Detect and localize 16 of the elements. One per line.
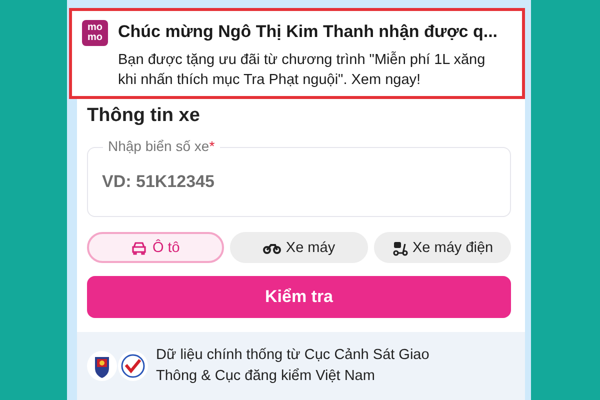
inspection-badge-icon: [118, 351, 148, 381]
check-button[interactable]: Kiểm tra: [87, 276, 511, 318]
motorbike-icon: [262, 242, 281, 254]
notification-title: Chúc mừng Ngô Thị Kim Thanh nhận được q...: [118, 22, 499, 42]
section-title: Thông tin xe: [87, 105, 201, 127]
scooter-icon: [392, 240, 408, 256]
car-icon: [131, 240, 148, 254]
notification-banner[interactable]: mo mo Chúc mừng Ngô Thị Kim Thanh nhận được q... Bạn được tặng ưu đãi từ chương trình "Miễn phí 1L xăng khi nhấn thích mục Tra Phạt nguội". Xem ngay!: [69, 8, 525, 99]
vehicle-type-tab[interactable]: Ô tô: [87, 232, 224, 263]
vehicle-type-tab[interactable]: Xe máy điện: [374, 232, 511, 263]
vehicle-type-tab[interactable]: Xe máy: [230, 232, 368, 263]
app-logo: mo mo: [82, 20, 108, 46]
notification-body: Bạn được tặng ưu đãi từ chương trình "Miễn phí 1L xăng khi nhấn thích mục Tra Phạt nguội". Xem ngay!: [118, 50, 486, 90]
footer-text: Dữ liệu chính thống từ Cục Cảnh Sát Giao Thông & Cục đăng kiểm Việt Nam: [156, 346, 430, 386]
police-badge-icon: [87, 351, 117, 381]
field-label: Nhập biển số xe*: [103, 138, 220, 154]
